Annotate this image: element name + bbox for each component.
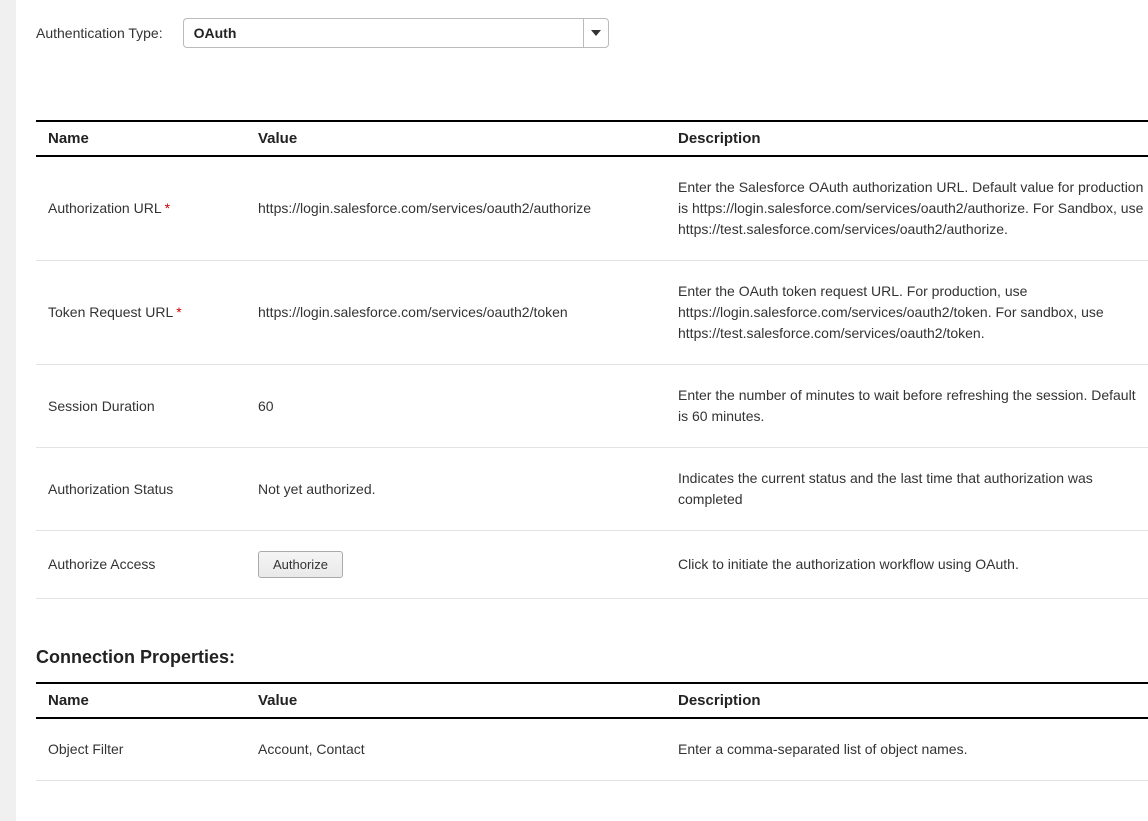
table-header-row: Name Value Description [36, 683, 1148, 718]
prop-value-text: https://login.salesforce.com/services/oa… [258, 304, 568, 320]
prop-name: Authorization Status [36, 448, 246, 531]
col-header-description: Description [666, 121, 1148, 156]
table-row: Authorization Status Not yet authorized. I… [36, 448, 1148, 531]
prop-value: Not yet authorized. [246, 448, 666, 531]
auth-type-label: Authentication Type: [36, 25, 163, 41]
auth-type-row: Authentication Type: OAuth [36, 0, 1148, 48]
prop-name-text: Token Request URL [48, 304, 173, 320]
connection-properties-heading: Connection Properties: [36, 647, 1148, 668]
prop-name: Authorization URL* [36, 156, 246, 261]
prop-description: Enter the number of minutes to wait befo… [666, 365, 1148, 448]
prop-name-text: Authorization URL [48, 200, 162, 216]
prop-value-text: Not yet authorized. [258, 481, 376, 497]
prop-description: Click to initiate the authorization work… [666, 531, 1148, 599]
table-row: Token Request URL* https://login.salesfor… [36, 261, 1148, 365]
prop-value-text: Account, Contact [258, 741, 365, 757]
col-header-description: Description [666, 683, 1148, 718]
auth-type-select-value[interactable]: OAuth [183, 18, 583, 48]
auth-type-select[interactable]: OAuth [183, 18, 609, 48]
prop-description: Enter the Salesforce OAuth authorization… [666, 156, 1148, 261]
prop-name: Token Request URL* [36, 261, 246, 365]
prop-value: Authorize [246, 531, 666, 599]
table-header-row: Name Value Description [36, 121, 1148, 156]
required-asterisk: * [165, 200, 170, 216]
connection-properties-table: Name Value Description Object Filter Acco… [36, 682, 1148, 781]
prop-name: Object Filter [36, 718, 246, 781]
col-header-value: Value [246, 683, 666, 718]
prop-value: Account, Contact [246, 718, 666, 781]
col-header-value: Value [246, 121, 666, 156]
table-row: Authorization URL* https://login.salesfor… [36, 156, 1148, 261]
prop-description: Indicates the current status and the las… [666, 448, 1148, 531]
table-row: Session Duration 60 Enter the number of mi… [36, 365, 1148, 448]
prop-value: https://login.salesforce.com/services/oa… [246, 156, 666, 261]
prop-value-text: https://login.salesforce.com/services/oa… [258, 200, 591, 216]
config-page: Authentication Type: OAuth Name Value De… [16, 0, 1148, 821]
prop-value: 60 [246, 365, 666, 448]
prop-name-text: Session Duration [48, 398, 155, 414]
chevron-down-icon[interactable] [583, 18, 609, 48]
required-asterisk: * [176, 304, 181, 320]
prop-name: Session Duration [36, 365, 246, 448]
col-header-name: Name [36, 683, 246, 718]
prop-name-text: Object Filter [48, 741, 123, 757]
prop-description: Enter the OAuth token request URL. For p… [666, 261, 1148, 365]
authorize-button[interactable]: Authorize [258, 551, 343, 578]
prop-value: https://login.salesforce.com/services/oa… [246, 261, 666, 365]
auth-properties-table: Name Value Description Authorization URL… [36, 120, 1148, 599]
prop-description: Enter a comma-separated list of object n… [666, 718, 1148, 781]
prop-name-text: Authorize Access [48, 556, 155, 572]
prop-name-text: Authorization Status [48, 481, 173, 497]
table-row: Authorize Access Authorize Click to initia… [36, 531, 1148, 599]
prop-name: Authorize Access [36, 531, 246, 599]
prop-value-text: 60 [258, 398, 274, 414]
col-header-name: Name [36, 121, 246, 156]
table-row: Object Filter Account, Contact Enter a com… [36, 718, 1148, 781]
